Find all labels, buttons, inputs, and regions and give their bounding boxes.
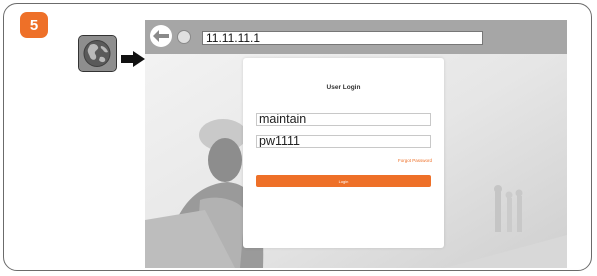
address-bar[interactable]: 11.11.11.1	[202, 31, 483, 45]
browser-toolbar: 11.11.11.1	[145, 20, 567, 54]
back-button[interactable]	[150, 25, 172, 47]
forgot-password-link[interactable]: Forgot Password	[398, 158, 432, 163]
login-card: User Login maintain pw1111 Forgot Passwo…	[243, 58, 444, 248]
back-arrow-icon	[153, 30, 169, 42]
globe-icon[interactable]	[78, 35, 117, 72]
reload-icon[interactable]	[177, 30, 191, 44]
step-badge: 5	[20, 12, 48, 38]
password-field[interactable]: pw1111	[256, 135, 431, 148]
login-title: User Login	[326, 84, 361, 91]
browser-window: 11.11.11.1 User Login maintain pw1111 Fo…	[145, 20, 567, 268]
login-button[interactable]: Login	[256, 175, 431, 187]
username-field[interactable]: maintain	[256, 113, 431, 126]
right-arrow-icon	[121, 51, 145, 67]
